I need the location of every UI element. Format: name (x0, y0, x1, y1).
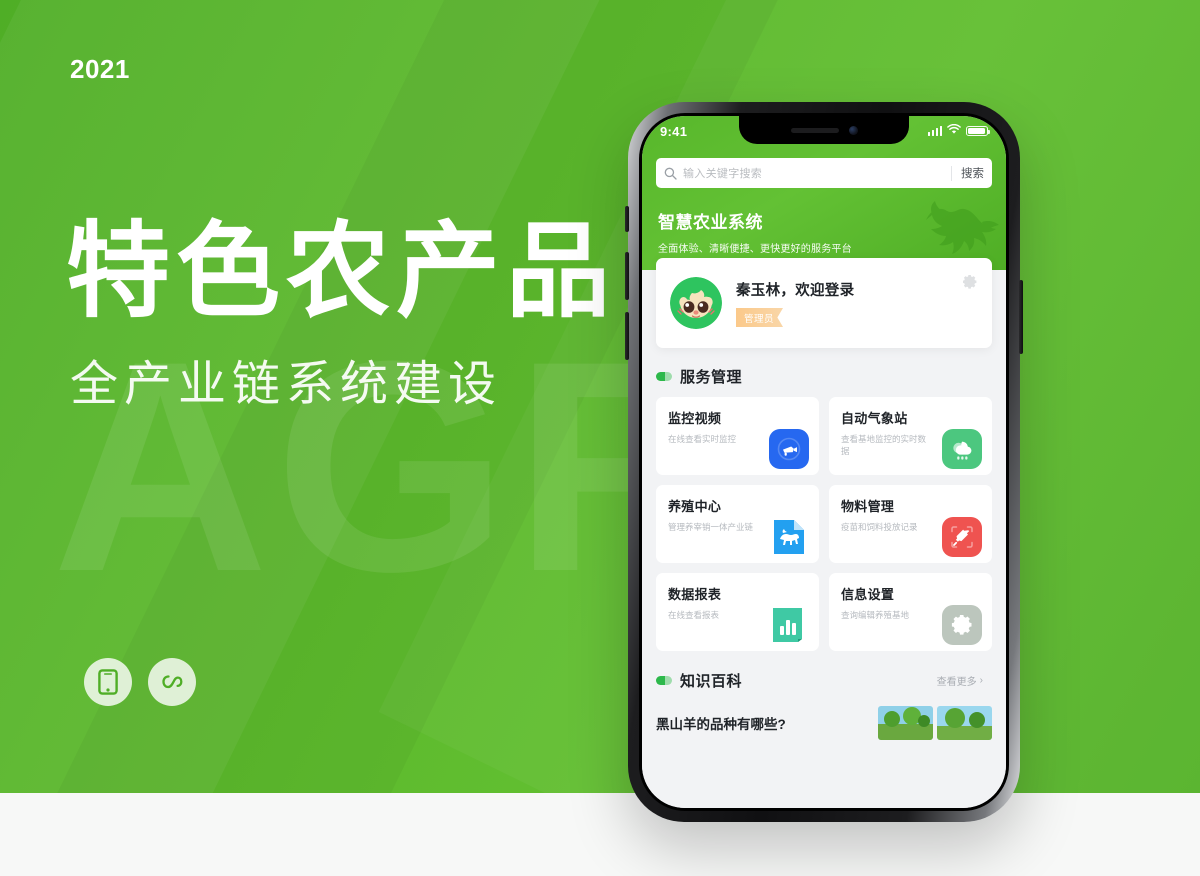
battery-icon (966, 125, 991, 137)
user-card[interactable]: 秦玉林，欢迎登录 管理员 (656, 258, 992, 348)
service-card-materials[interactable]: 物料管理 疫苗和饲料投放记录 (829, 485, 992, 563)
signal-bars-icon (927, 126, 942, 136)
search-button[interactable]: 搜索 (961, 165, 984, 181)
page-subtitle: 全产业链系统建设 (70, 358, 503, 411)
front-camera-icon (848, 125, 858, 135)
wechat-miniprogram-icon (159, 669, 185, 695)
app-title: 智慧农业系统 (658, 213, 763, 232)
cctv-camera-icon (769, 429, 809, 469)
view-more-label: 查看更多 (936, 677, 977, 688)
phone-screen: 9:41 输入关键字搜索 搜索 智慧农业系统 全面体验、清晰便捷、更快更好的服务… (642, 116, 1006, 808)
user-avatar (670, 277, 722, 329)
article-title: 黑山羊的品种有哪些? (656, 717, 786, 732)
card-title: 自动气象站 (841, 411, 908, 426)
search-input[interactable]: 输入关键字搜索 (683, 165, 942, 181)
status-badge: 管理员 (736, 308, 784, 327)
article-thumbnail (937, 706, 992, 740)
service-section-title: 服务管理 (680, 369, 743, 386)
service-card-grid: 监控视频 在线查看实时监控 自动气象站 查看基地监控的实时数据 养殖中心 管理养… (656, 397, 992, 651)
knowledge-section-title: 知识百科 (680, 673, 743, 690)
bar-chart-icon (769, 605, 809, 645)
syringe-icon (942, 517, 982, 557)
chevron-right-icon: › (979, 675, 983, 686)
mobile-phone-icon (98, 669, 118, 695)
knowledge-section-header: 知识百科 查看更多 › (656, 669, 992, 692)
app-content-scroll[interactable]: 服务管理 监控视频 在线查看实时监控 自动气象站 查看基地监控的实时数据 养殖中… (642, 352, 1006, 808)
bottom-strip (0, 793, 1200, 876)
card-title: 物料管理 (841, 499, 895, 514)
card-description: 在线查看实时监控 (668, 434, 737, 444)
volume-down-button[interactable] (625, 312, 629, 360)
green-banner: AGRU 2021 特色农产品 全产业链系统建设 (0, 0, 1200, 793)
card-description: 疫苗和饲料投放记录 (841, 522, 918, 532)
card-title: 信息设置 (841, 587, 895, 602)
card-title: 数据报表 (668, 587, 722, 602)
card-description: 管理养宰销一体产业链 (668, 522, 754, 532)
card-description: 查询编辑养殖基地 (841, 610, 910, 620)
status-clock: 9:41 (660, 123, 688, 139)
user-info: 秦玉林，欢迎登录 管理员 (736, 279, 978, 327)
card-description: 在线查看报表 (668, 610, 720, 620)
poster-stage: AGRU 2021 特色农产品 全产业链系统建设 9:41 输入关键字搜索 搜索… (0, 0, 1200, 876)
service-card-breeding[interactable]: 养殖中心 管理养宰销一体产业链 (656, 485, 819, 563)
service-card-weather[interactable]: 自动气象站 查看基地监控的实时数据 (829, 397, 992, 475)
article-thumbnail (878, 706, 933, 740)
service-section-header: 服务管理 (656, 366, 992, 387)
view-more-button[interactable]: 查看更多 › (927, 669, 992, 692)
gear-icon[interactable] (962, 274, 978, 295)
article-thumbnails (878, 706, 992, 740)
knowledge-section: 知识百科 查看更多 › 黑山羊的品种有哪些? (656, 669, 992, 740)
section-marker-icon (656, 676, 672, 685)
knowledge-title-group: 知识百科 (656, 670, 742, 691)
card-description: 查看基地监控的实时数据 (841, 434, 927, 457)
service-card-reports[interactable]: 数据报表 在线查看报表 (656, 573, 819, 651)
service-section-title-group: 服务管理 (656, 366, 742, 387)
goat-file-icon (769, 517, 809, 557)
status-indicators (927, 122, 991, 140)
app-subtitle: 全面体验、清晰便捷、更快更好的服务平台 (658, 244, 852, 255)
card-title: 养殖中心 (668, 499, 722, 514)
phone-notch (739, 116, 909, 144)
card-title: 监控视频 (668, 411, 722, 426)
phone-mockup: 9:41 输入关键字搜索 搜索 智慧农业系统 全面体验、清晰便捷、更快更好的服务… (625, 102, 1023, 822)
search-bar[interactable]: 输入关键字搜索 搜索 (656, 158, 992, 188)
wifi-icon (947, 122, 961, 140)
app-header: 智慧农业系统 全面体验、清晰便捷、更快更好的服务平台 (658, 208, 852, 255)
gear-icon (942, 605, 982, 645)
weather-cloud-icon (942, 429, 982, 469)
mini-program-chip[interactable] (148, 658, 196, 706)
volume-up-button[interactable] (625, 252, 629, 300)
service-card-monitoring[interactable]: 监控视频 在线查看实时监控 (656, 397, 819, 475)
power-button[interactable] (1019, 280, 1023, 354)
platform-chips (84, 658, 196, 706)
mobile-app-chip[interactable] (84, 658, 132, 706)
user-greeting: 秦玉林，欢迎登录 (736, 283, 855, 299)
list-item[interactable]: 黑山羊的品种有哪些? (656, 706, 992, 740)
phone-bezel: 9:41 输入关键字搜索 搜索 智慧农业系统 全面体验、清晰便捷、更快更好的服务… (639, 113, 1009, 811)
search-icon (664, 167, 677, 180)
page-title: 特色农产品 (66, 214, 617, 330)
earpiece-speaker-icon (790, 127, 839, 133)
service-card-settings[interactable]: 信息设置 查询编辑养殖基地 (829, 573, 992, 651)
year-label: 2021 (70, 54, 130, 84)
mute-switch[interactable] (625, 206, 629, 232)
search-divider (951, 165, 952, 181)
section-marker-icon (656, 372, 672, 381)
